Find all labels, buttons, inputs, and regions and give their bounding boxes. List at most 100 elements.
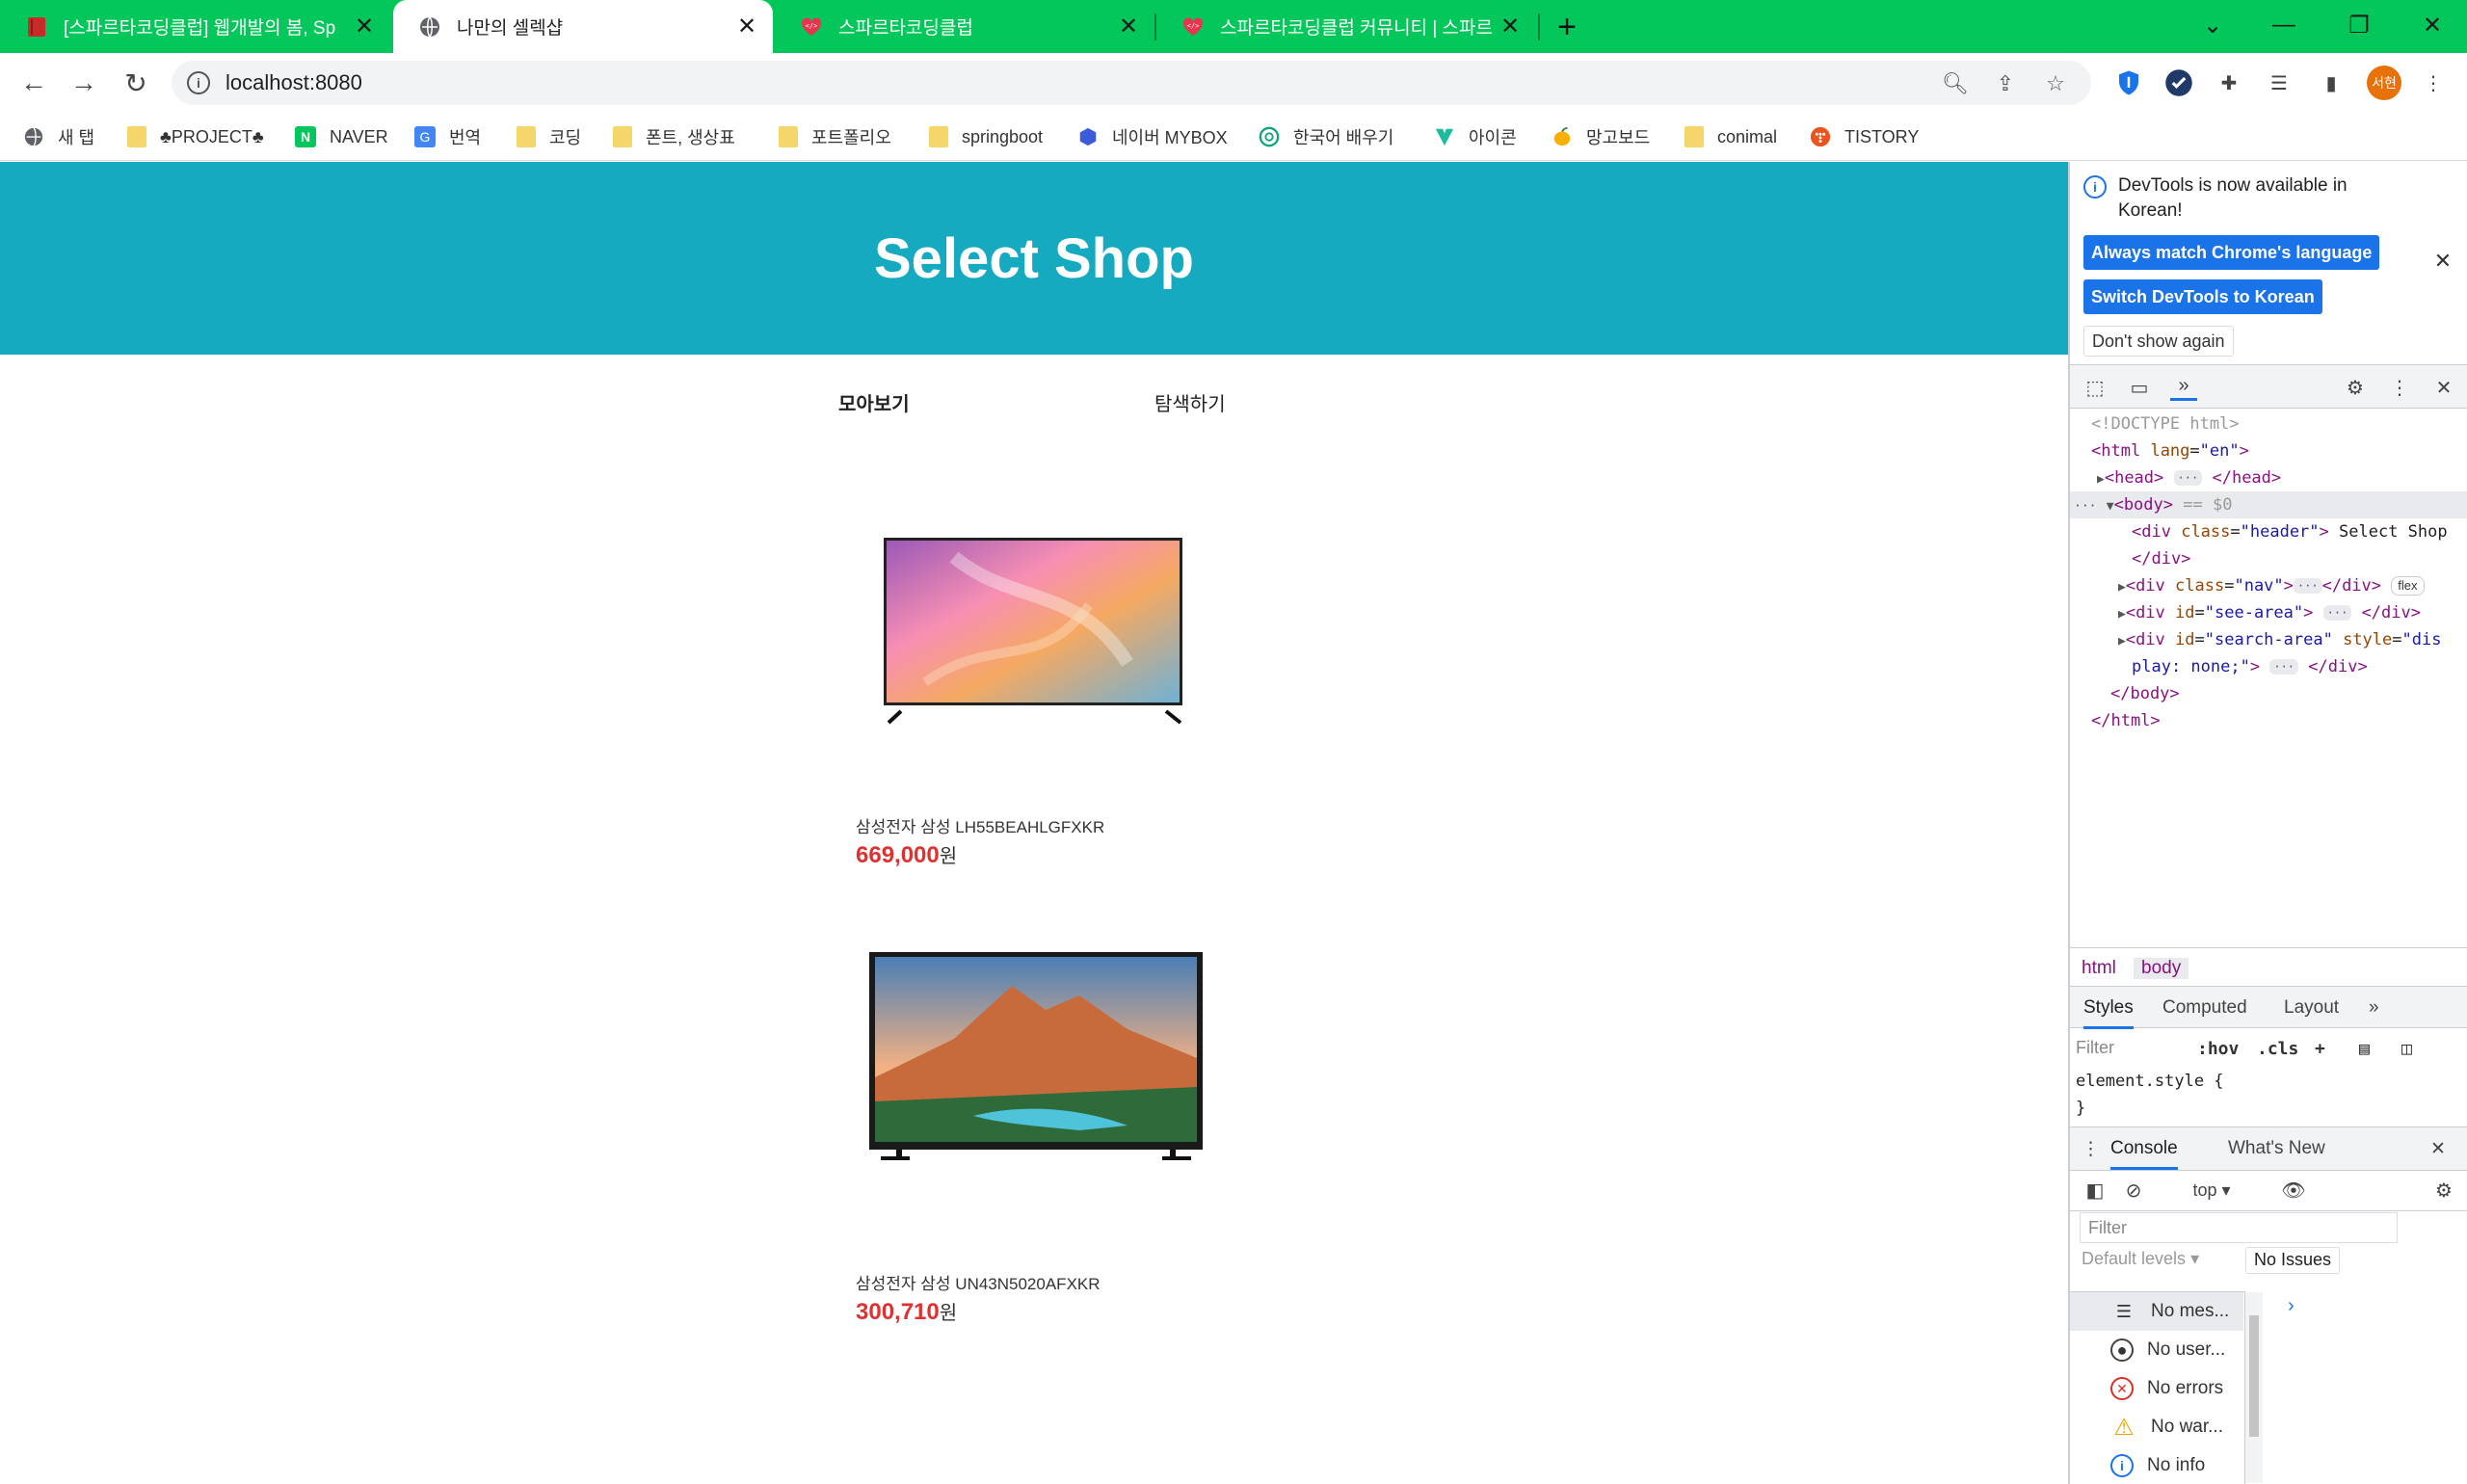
- reading-list-icon[interactable]: ☰: [2265, 68, 2294, 97]
- browser-tab-sparta[interactable]: </> 스파르타코딩클럽 ✕: [775, 0, 1154, 53]
- new-tab-button[interactable]: +: [1550, 9, 1584, 45]
- dom-node-div-nav[interactable]: ▶<div class="nav"> ··· </div> flex: [2070, 572, 2467, 599]
- avatar[interactable]: 서현: [2367, 66, 2401, 100]
- forward-button[interactable]: →: [66, 65, 102, 101]
- dom-node-div-search-area[interactable]: ▶<div id="search-area" style="dis: [2070, 626, 2467, 653]
- product-card[interactable]: 삼성전자 삼성 LH55BEAHLGFXKR 669,000원: [838, 441, 1234, 894]
- puzzle-extensions-icon[interactable]: ✚: [2215, 68, 2243, 97]
- class-toggle[interactable]: .cls: [2257, 1039, 2298, 1059]
- add-rule-plus-icon[interactable]: +: [2315, 1039, 2325, 1059]
- switch-to-korean-button[interactable]: Switch DevTools to Korean: [2083, 279, 2322, 314]
- console-prompt[interactable]: ›: [2288, 1295, 2295, 1317]
- more-tabs-chevron-icon[interactable]: »: [2369, 997, 2379, 1019]
- filter-messages[interactable]: ☰ No mes...: [2070, 1292, 2243, 1331]
- devtools-menu-icon[interactable]: ⋮: [2386, 374, 2413, 401]
- shield-extension-icon[interactable]: [2114, 68, 2143, 97]
- menu-kebab-icon[interactable]: ⋮: [2419, 68, 2448, 97]
- bookmark-springboot[interactable]: springboot: [929, 121, 1043, 152]
- share-icon[interactable]: ⇪: [1991, 69, 2020, 98]
- inspect-element-icon[interactable]: ⬚: [2082, 374, 2109, 401]
- dom-node-html-close[interactable]: </html>: [2070, 707, 2467, 734]
- close-icon[interactable]: ✕: [2430, 249, 2455, 274]
- nav-search-tab[interactable]: 탐색하기: [1154, 388, 1226, 416]
- dom-node-div-search-area-cont[interactable]: play: none;"> ··· </div>: [2070, 653, 2467, 680]
- drawer-menu-icon[interactable]: ⋮: [2082, 1138, 2100, 1160]
- bookmark-fonts[interactable]: 폰트, 생상표: [613, 121, 735, 152]
- eye-icon[interactable]: 👁︎: [2280, 1177, 2307, 1204]
- site-info-icon[interactable]: i: [187, 71, 210, 94]
- settings-gear-icon[interactable]: ⚙: [2342, 374, 2369, 401]
- reload-button[interactable]: ↻: [118, 65, 154, 101]
- dom-node-doctype[interactable]: <!DOCTYPE html>: [2070, 411, 2467, 437]
- bookmark-project[interactable]: ♣PROJECT♣: [127, 121, 264, 152]
- back-button[interactable]: ←: [15, 65, 52, 101]
- bookmark-portfolio[interactable]: 포트폴리오: [779, 121, 891, 152]
- dom-node-body[interactable]: ··· ▼<body> == $0: [2070, 491, 2467, 518]
- dom-node-head[interactable]: ▶<head> ··· </head>: [2070, 464, 2467, 491]
- bookmark-coding[interactable]: 코딩: [517, 121, 581, 152]
- bookmark-new-tab[interactable]: 새 탭: [23, 121, 94, 152]
- bookmark-translate[interactable]: G 번역: [414, 121, 481, 152]
- browser-tab-sparta-community[interactable]: </> 스파르타코딩클럽 커뮤니티 | 스파르 ✕: [1156, 0, 1536, 53]
- tab-styles[interactable]: Styles: [2083, 997, 2134, 1029]
- sidebar-toggle-icon[interactable]: ◧: [2082, 1177, 2109, 1204]
- tab-layout[interactable]: Layout: [2284, 997, 2339, 1019]
- filter-errors[interactable]: ✕ No errors: [2070, 1369, 2243, 1408]
- dom-node-body-close[interactable]: </body>: [2070, 680, 2467, 707]
- address-bar[interactable]: i localhost:8080 🔍︎ ⇪ ☆: [172, 61, 2091, 105]
- dom-node-div-header-close[interactable]: </div>: [2070, 545, 2467, 572]
- always-match-language-button[interactable]: Always match Chrome's language: [2083, 235, 2380, 270]
- browser-tab-select-shop[interactable]: 나만의 셀렉샵 ✕: [393, 0, 773, 53]
- tab-whats-new[interactable]: What's New: [2228, 1138, 2325, 1159]
- close-window-button[interactable]: ✕: [2413, 8, 2452, 42]
- console-filter-input[interactable]: Filter: [2080, 1212, 2398, 1243]
- close-icon[interactable]: ✕: [1496, 13, 1525, 41]
- bookmark-tistory[interactable]: TISTORY: [1810, 121, 1919, 152]
- close-devtools-icon[interactable]: ✕: [2430, 374, 2457, 401]
- bookmark-mangoboard[interactable]: 망고보드: [1552, 121, 1650, 152]
- restore-button[interactable]: ❐: [2340, 8, 2378, 42]
- tab-search-chevron-icon[interactable]: ⌄: [2193, 8, 2232, 42]
- dom-node-html[interactable]: <html lang="en">: [2070, 437, 2467, 464]
- check-extension-icon[interactable]: [2164, 68, 2193, 97]
- tab-console[interactable]: Console: [2110, 1138, 2178, 1170]
- bookmark-korean[interactable]: 한국어 배우기: [1259, 121, 1393, 152]
- computed-sidebar-icon[interactable]: ◫: [2401, 1039, 2412, 1059]
- element-style-rule[interactable]: element.style { }: [2076, 1068, 2224, 1122]
- bookmark-conimal[interactable]: conimal: [1684, 121, 1777, 152]
- bookmark-icons[interactable]: 아이콘: [1434, 121, 1517, 152]
- filter-user-messages[interactable]: ● No user...: [2070, 1331, 2243, 1369]
- filter-info[interactable]: i No info: [2070, 1446, 2243, 1484]
- side-panel-icon[interactable]: ▮: [2317, 68, 2346, 97]
- bookmark-naver[interactable]: N NAVER: [295, 121, 388, 152]
- dom-node-div-header[interactable]: <div class="header"> Select Shop: [2070, 518, 2467, 545]
- dont-show-again-button[interactable]: Don't show again: [2083, 326, 2234, 357]
- clear-console-icon[interactable]: ⊘: [2120, 1177, 2147, 1204]
- paint-brush-icon[interactable]: ▤: [2359, 1039, 2370, 1059]
- browser-tab-sparta-course[interactable]: [스파르타코딩클럽] 웹개발의 봄, Sp ✕: [0, 0, 390, 53]
- console-settings-gear-icon[interactable]: ⚙: [2430, 1177, 2457, 1204]
- close-drawer-icon[interactable]: ✕: [2430, 1138, 2446, 1160]
- console-sidebar-scrollbar[interactable]: [2245, 1292, 2263, 1483]
- styles-filter-input[interactable]: Filter: [2076, 1038, 2114, 1058]
- scrollbar-thumb[interactable]: [2249, 1315, 2259, 1437]
- close-icon[interactable]: ✕: [350, 13, 379, 41]
- product-card[interactable]: 삼성전자 삼성 UN43N5020AFXKR 300,710원: [838, 894, 1234, 1347]
- bookmark-star-icon[interactable]: ☆: [2041, 69, 2070, 98]
- zoom-icon[interactable]: 🔍︎: [1941, 69, 1970, 98]
- nav-see-tab[interactable]: 모아보기: [838, 388, 910, 416]
- breadcrumb-html[interactable]: html: [2082, 958, 2116, 979]
- filter-warnings[interactable]: ⚠ No war...: [2070, 1408, 2243, 1446]
- close-icon[interactable]: ✕: [732, 13, 761, 41]
- default-levels-dropdown[interactable]: Default levels ▾: [2082, 1249, 2199, 1269]
- minimize-button[interactable]: —: [2265, 8, 2303, 42]
- dom-node-div-see-area[interactable]: ▶<div id="see-area"> ··· </div>: [2070, 599, 2467, 626]
- close-icon[interactable]: ✕: [1114, 13, 1143, 41]
- device-toolbar-icon[interactable]: ▭: [2126, 374, 2153, 401]
- bookmark-mybox[interactable]: 네이버 MYBOX: [1077, 121, 1228, 152]
- hover-state-toggle[interactable]: :hov: [2197, 1039, 2239, 1059]
- tab-computed[interactable]: Computed: [2162, 997, 2247, 1019]
- issues-button[interactable]: No Issues: [2245, 1247, 2341, 1274]
- breadcrumb-body[interactable]: body: [2134, 958, 2189, 979]
- context-select[interactable]: top ▾: [2168, 1177, 2255, 1204]
